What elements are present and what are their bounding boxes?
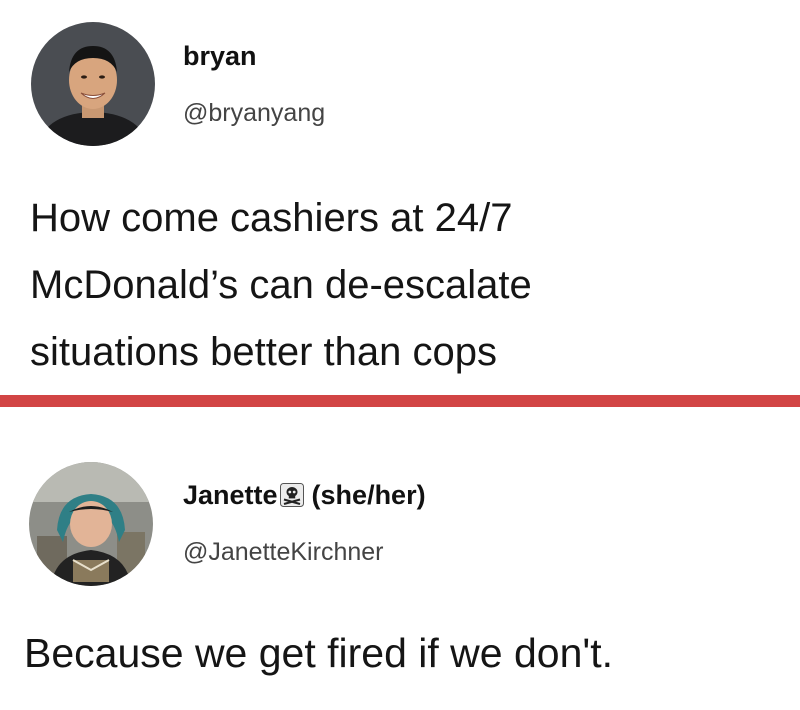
screenshot-page: bryan @bryanyang How come cashiers at 24…	[0, 0, 800, 710]
avatar[interactable]	[29, 462, 153, 586]
skull-crossbones-icon	[279, 483, 304, 507]
avatar[interactable]	[31, 22, 155, 146]
tweet-bryan: bryan @bryanyang How come cashiers at 24…	[0, 0, 800, 392]
avatar-bryan-image	[31, 22, 155, 146]
tweet-text: How come cashiers at 24/7 McDonald’s can…	[30, 185, 532, 386]
pronouns: (she/her)	[311, 480, 426, 510]
tweet-text-line: McDonald’s can de-escalate	[30, 263, 532, 307]
user-handle[interactable]: @JanetteKirchner	[183, 538, 383, 567]
display-name[interactable]: Janette (she/her)	[183, 480, 426, 511]
user-handle[interactable]: @bryanyang	[183, 99, 325, 128]
divider	[0, 395, 800, 407]
display-name-text: Janette	[183, 480, 278, 510]
display-name[interactable]: bryan	[183, 41, 257, 72]
tweet-text-line: How come cashiers at 24/7	[30, 196, 513, 240]
avatar-janette-image	[29, 462, 153, 586]
tweet-text-line: situations better than cops	[30, 330, 497, 374]
tweet-text: Because we get fired if we don't.	[24, 630, 613, 676]
